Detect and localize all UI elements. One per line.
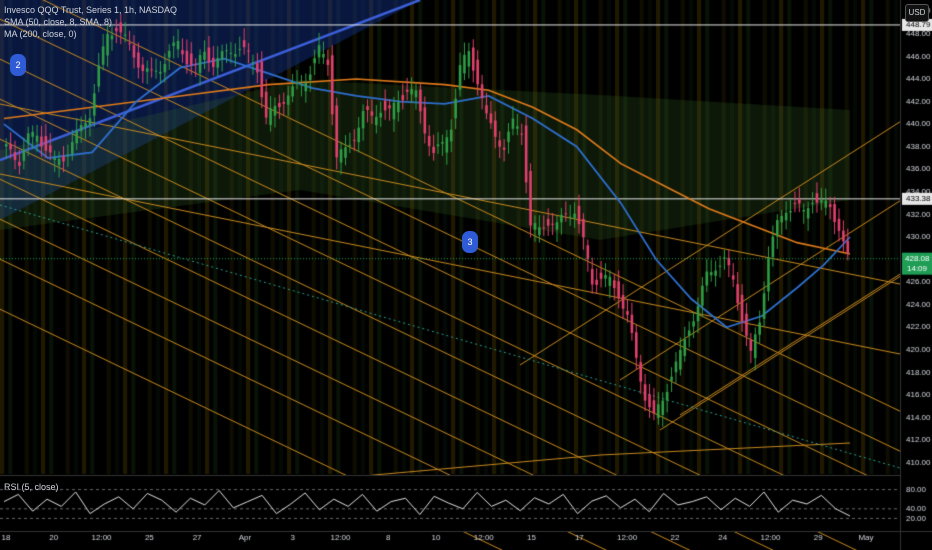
legend-sma: SMA (50, close, 8, SMA, 8) — [4, 17, 113, 27]
legend-title: Invesco QQQ Trust, Series 1, 1h, NASDAQ — [4, 5, 178, 15]
wave-label-2: 2 — [10, 54, 26, 76]
rsi-label: RSI (5, close) — [4, 482, 59, 492]
wave-label-3: 3 — [462, 231, 478, 253]
chart-legend: Invesco QQQ Trust, Series 1, 1h, NASDAQ … — [4, 4, 177, 40]
legend-ma: MA (200, close, 0) — [4, 29, 77, 39]
price-chart-canvas[interactable] — [0, 0, 932, 550]
currency-button[interactable]: USD — [905, 4, 929, 22]
